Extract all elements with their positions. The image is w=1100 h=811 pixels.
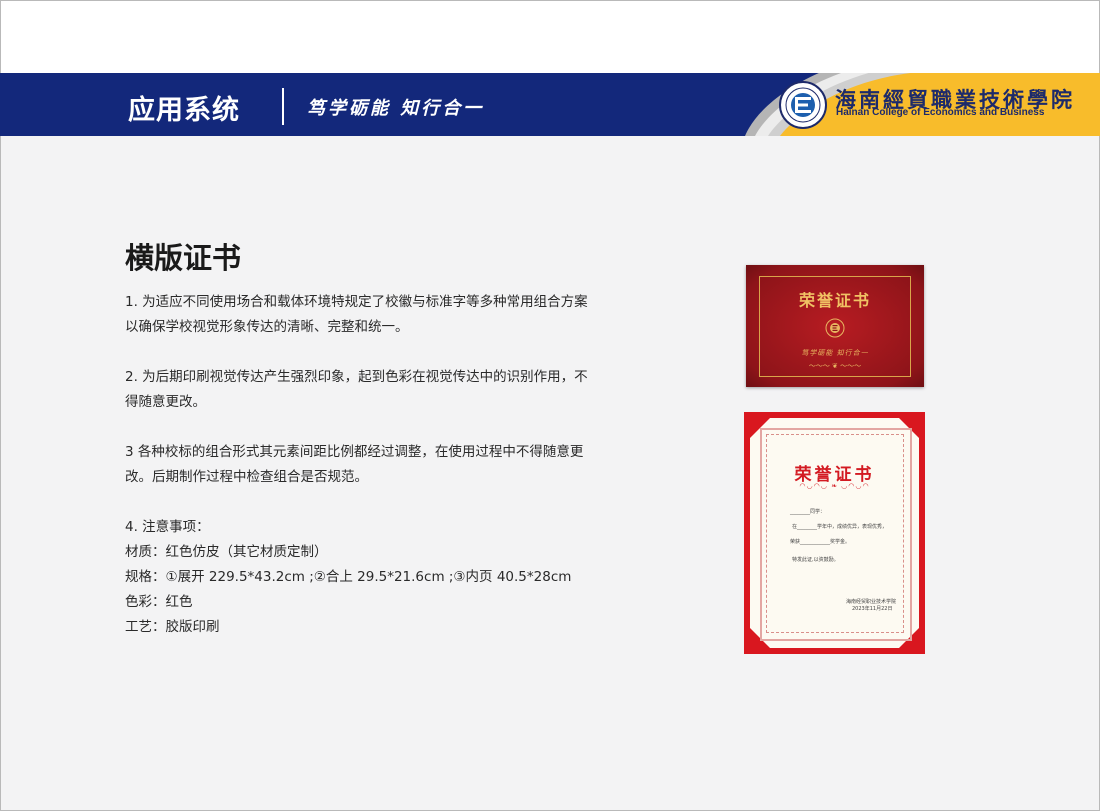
section-title: 应用系统 [128, 95, 240, 126]
inner-date: 2023年11月22日 [852, 606, 893, 612]
notes-heading: 4. 注意事项： [125, 519, 210, 535]
cover-title: 荣誉证书 [798, 291, 871, 310]
inner-line-2: 在________学年中，成绩优异，表现优秀， [792, 524, 888, 530]
paragraph-3: 3 各种校标的组合形式其元素间距比例都经过调整，在使用过程中不得随意更改。后期制… [125, 444, 584, 485]
page-title: 横版证书 [125, 241, 242, 275]
college-emblem-icon [779, 81, 827, 129]
certificate-inner-image: 荣誉证书 ◠◡◠◡ ❧ ◡◠◡◠ ________同学： 在________学年… [744, 412, 925, 654]
inner-line-1: ________同学： [790, 509, 826, 515]
header-divider [282, 88, 284, 125]
inner-line-3: 荣获____________奖学金。 [790, 539, 851, 545]
description-text: 1. 为适应不同使用场合和载体环境特规定了校徽与标准字等多种常用组合方案 以确保… [125, 290, 595, 640]
inner-line-4: 特发此证,以资鼓励。 [792, 557, 839, 563]
note-color: 色彩：红色 [125, 594, 193, 610]
logo-name-en: Hainan College of Economics and Business [836, 107, 1045, 118]
inner-issuer: 海南经贸职业技术学院 [846, 599, 897, 605]
header-motto: 笃学砺能 知行合一 [307, 98, 485, 119]
paragraph-1: 1. 为适应不同使用场合和载体环境特规定了校徽与标准字等多种常用组合方案 以确保… [125, 294, 588, 335]
note-size: 规格：①展开 229.5*43.2cm ;②合上 29.5*21.6cm ;③内… [125, 569, 572, 585]
top-margin [1, 1, 1099, 73]
note-process: 工艺：胶版印刷 [125, 619, 220, 635]
cover-emblem-icon [825, 318, 845, 338]
certificate-cover-image: 荣誉证书 笃学砺能 知行合一 ～～～ ❦ ～～～ [746, 265, 924, 387]
note-material: 材质：红色仿皮（其它材质定制） [125, 544, 328, 560]
cover-ornament-icon: ～～～ ❦ ～～～ [808, 362, 862, 370]
inner-ornament-icon: ◠◡◠◡ ❧ ◡◠◡◠ [799, 482, 870, 490]
cover-motto: 笃学砺能 知行合一 [801, 349, 869, 357]
paragraph-2: 2. 为后期印刷视觉传达产生强烈印象，起到色彩在视觉传达中的识别作用，不得随意更… [125, 369, 588, 410]
